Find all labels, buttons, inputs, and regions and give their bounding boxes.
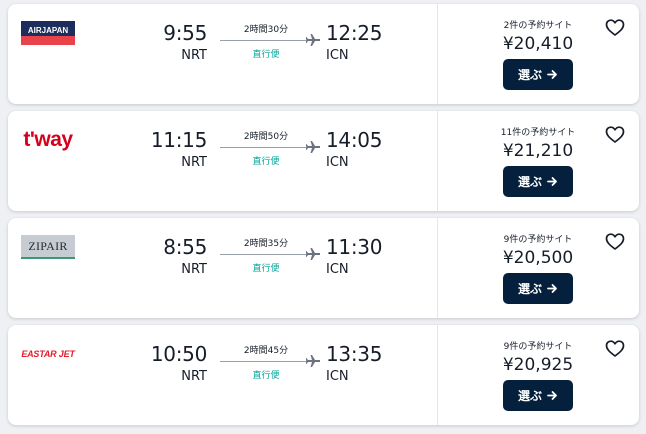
select-button-label: 選ぶ (517, 389, 542, 403)
card-divider (437, 325, 438, 425)
arrival-time: 14:05 (326, 128, 383, 152)
arrow-right-icon (547, 177, 557, 186)
arrival-airport: ICN (326, 262, 349, 277)
card-divider (437, 4, 438, 104)
airline-logo-zipair: ZIPAIR (21, 235, 75, 259)
heart-icon[interactable] (605, 125, 625, 145)
flight-card[interactable]: t'way 11:15 NRT 2時間50分 直行便 14:05 ICN 11件… (8, 111, 639, 211)
select-button[interactable]: 選ぶ (503, 380, 573, 411)
arrow-right-icon (547, 284, 557, 293)
plane-icon (306, 248, 320, 260)
select-button-label: 選ぶ (517, 68, 542, 82)
flight-card[interactable]: EASTAR JET 10:50 NRT 2時間45分 直行便 13:35 IC… (8, 325, 639, 425)
airline-logo-text: ZIPAIR (28, 238, 68, 253)
stops-label: 直行便 (252, 157, 280, 167)
flight-duration: 2時間30分 (243, 25, 289, 35)
heart-icon[interactable] (605, 232, 625, 252)
select-button[interactable]: 選ぶ (503, 59, 573, 90)
arrow-right-icon (547, 391, 557, 400)
flight-duration: 2時間45分 (243, 346, 289, 356)
stops-label: 直行便 (252, 50, 280, 60)
booking-sites-count: 9件の予約サイト (503, 235, 573, 245)
airline-logo-tway: t'way (21, 128, 75, 152)
stops-label: 直行便 (252, 371, 280, 381)
flight-duration: 2時間50分 (243, 132, 289, 142)
card-divider (437, 218, 438, 318)
departure-time: 10:50 (150, 342, 207, 366)
price: ¥21,210 (502, 141, 574, 161)
plane-icon (306, 141, 320, 153)
route-line (220, 40, 306, 41)
price: ¥20,500 (502, 248, 574, 268)
departure-airport: NRT (181, 48, 207, 63)
select-button[interactable]: 選ぶ (503, 273, 573, 304)
card-divider (437, 111, 438, 211)
stops-label: 直行便 (252, 264, 280, 274)
booking-sites-count: 11件の予約サイト (500, 128, 576, 138)
select-button-label: 選ぶ (517, 282, 542, 296)
arrival-airport: ICN (326, 369, 349, 384)
select-button[interactable]: 選ぶ (503, 166, 573, 197)
departure-airport: NRT (181, 262, 207, 277)
heart-icon[interactable] (605, 339, 625, 359)
flight-card[interactable]: ZIPAIR 8:55 NRT 2時間35分 直行便 11:30 ICN 9件の… (8, 218, 639, 318)
airline-logo-text: AIRJAPAN (28, 26, 69, 35)
flight-results-list: AIRJAPAN 9:55 NRT 2時間30分 直行便 12:25 ICN 2… (0, 0, 646, 434)
route-line (220, 254, 306, 255)
plane-icon (306, 34, 320, 46)
heart-icon[interactable] (605, 18, 625, 38)
departure-time: 8:55 (163, 235, 207, 259)
flight-duration: 2時間35分 (243, 239, 289, 249)
arrow-right-icon (547, 70, 557, 79)
arrival-time: 12:25 (326, 21, 383, 45)
arrival-time: 11:30 (326, 235, 383, 259)
departure-airport: NRT (181, 155, 207, 170)
route-line (220, 361, 306, 362)
price: ¥20,925 (502, 355, 574, 375)
airline-logo-text: t'way (23, 128, 73, 151)
departure-airport: NRT (181, 369, 207, 384)
departure-time: 9:55 (163, 21, 207, 45)
departure-time: 11:15 (150, 128, 207, 152)
select-button-label: 選ぶ (517, 175, 542, 189)
airline-logo-airjapan: AIRJAPAN (21, 21, 75, 45)
airline-logo-text: EASTAR JET (21, 349, 75, 359)
arrival-time: 13:35 (326, 342, 383, 366)
route-line (220, 147, 306, 148)
arrival-airport: ICN (326, 48, 349, 63)
flight-card[interactable]: AIRJAPAN 9:55 NRT 2時間30分 直行便 12:25 ICN 2… (8, 4, 639, 104)
airline-logo-eastar: EASTAR JET (21, 342, 75, 366)
price: ¥20,410 (502, 34, 574, 54)
arrival-airport: ICN (326, 155, 349, 170)
plane-icon (306, 355, 320, 367)
booking-sites-count: 2件の予約サイト (503, 21, 573, 31)
booking-sites-count: 9件の予約サイト (503, 342, 573, 352)
